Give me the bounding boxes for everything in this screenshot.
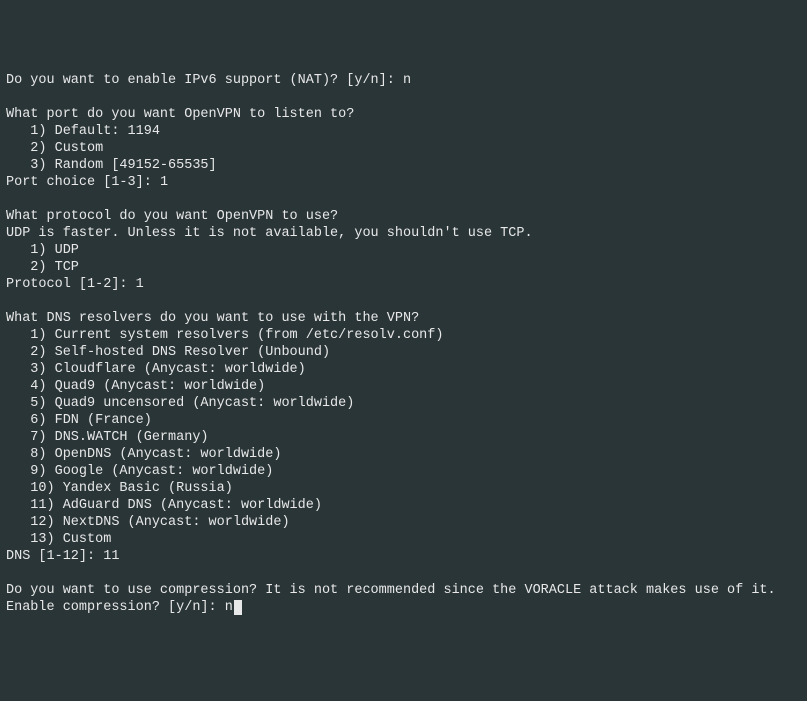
compression-question: Do you want to use compression? It is no… bbox=[6, 582, 801, 599]
dns-choice-line: DNS [1-12]: 11 bbox=[6, 548, 801, 565]
blank-line bbox=[6, 565, 801, 582]
blank-line bbox=[6, 89, 801, 106]
port-choice-label: Port choice [1-3]: bbox=[6, 175, 160, 190]
port-option-2: 2) Custom bbox=[6, 140, 801, 157]
cursor-icon bbox=[234, 600, 242, 615]
protocol-choice-value: 1 bbox=[136, 277, 144, 292]
dns-choice-value: 11 bbox=[103, 549, 119, 564]
dns-option-10: 10) Yandex Basic (Russia) bbox=[6, 480, 801, 497]
dns-option-5: 5) Quad9 uncensored (Anycast: worldwide) bbox=[6, 395, 801, 412]
dns-option-7: 7) DNS.WATCH (Germany) bbox=[6, 429, 801, 446]
ipv6-prompt: Do you want to enable IPv6 support (NAT)… bbox=[6, 73, 403, 88]
dns-option-4: 4) Quad9 (Anycast: worldwide) bbox=[6, 378, 801, 395]
protocol-option-1: 1) UDP bbox=[6, 242, 801, 259]
dns-option-12: 12) NextDNS (Anycast: worldwide) bbox=[6, 514, 801, 531]
dns-option-8: 8) OpenDNS (Anycast: worldwide) bbox=[6, 446, 801, 463]
ipv6-answer: n bbox=[403, 73, 411, 88]
compression-line: Enable compression? [y/n]: n bbox=[6, 599, 801, 616]
protocol-option-2: 2) TCP bbox=[6, 259, 801, 276]
protocol-choice-label: Protocol [1-2]: bbox=[6, 277, 136, 292]
port-option-1: 1) Default: 1194 bbox=[6, 123, 801, 140]
port-question: What port do you want OpenVPN to listen … bbox=[6, 106, 801, 123]
dns-option-2: 2) Self-hosted DNS Resolver (Unbound) bbox=[6, 344, 801, 361]
compression-answer: n bbox=[225, 600, 233, 615]
protocol-choice-line: Protocol [1-2]: 1 bbox=[6, 276, 801, 293]
dns-option-11: 11) AdGuard DNS (Anycast: worldwide) bbox=[6, 497, 801, 514]
protocol-hint: UDP is faster. Unless it is not availabl… bbox=[6, 225, 801, 242]
compression-prompt: Enable compression? [y/n]: bbox=[6, 600, 225, 615]
protocol-question: What protocol do you want OpenVPN to use… bbox=[6, 208, 801, 225]
dns-choice-label: DNS [1-12]: bbox=[6, 549, 103, 564]
dns-option-9: 9) Google (Anycast: worldwide) bbox=[6, 463, 801, 480]
dns-question: What DNS resolvers do you want to use wi… bbox=[6, 310, 801, 327]
terminal-output[interactable]: Do you want to enable IPv6 support (NAT)… bbox=[6, 72, 801, 616]
port-option-3: 3) Random [49152-65535] bbox=[6, 157, 801, 174]
port-choice-value: 1 bbox=[160, 175, 168, 190]
blank-line bbox=[6, 191, 801, 208]
blank-line bbox=[6, 293, 801, 310]
dns-option-13: 13) Custom bbox=[6, 531, 801, 548]
dns-option-1: 1) Current system resolvers (from /etc/r… bbox=[6, 327, 801, 344]
port-choice-line: Port choice [1-3]: 1 bbox=[6, 174, 801, 191]
dns-option-6: 6) FDN (France) bbox=[6, 412, 801, 429]
ipv6-line: Do you want to enable IPv6 support (NAT)… bbox=[6, 72, 801, 89]
dns-option-3: 3) Cloudflare (Anycast: worldwide) bbox=[6, 361, 801, 378]
